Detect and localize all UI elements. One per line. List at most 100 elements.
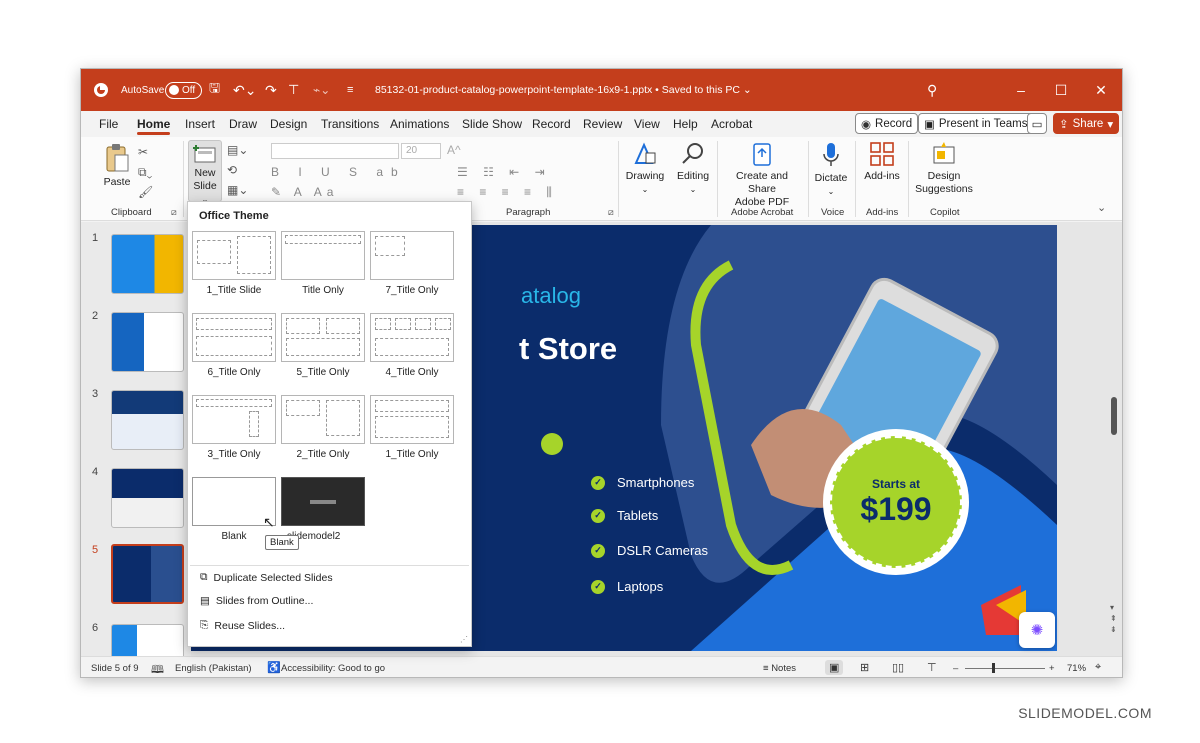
tab-home[interactable]: Home — [137, 117, 171, 135]
customize-qat-icon[interactable]: ≡ — [347, 69, 353, 111]
slide-show-icon[interactable]: ⊤ — [927, 661, 937, 674]
copilot-icon[interactable]: ✺ — [1019, 612, 1055, 648]
font-size-select[interactable]: 20 — [401, 143, 441, 159]
duplicate-slides-item[interactable]: ⧉ Duplicate Selected Slides — [200, 571, 333, 584]
editing-button[interactable]: Editing ⌄ — [673, 141, 713, 196]
slide-title[interactable]: t Store — [519, 331, 617, 367]
create-share-pdf-button[interactable]: Create and Share Adobe PDF — [721, 141, 803, 209]
accessibility-status[interactable]: Accessibility: Good to go — [281, 663, 385, 674]
tab-help[interactable]: Help — [673, 117, 698, 131]
slide-thumbnail-4[interactable] — [111, 468, 184, 528]
slide-sorter-icon[interactable]: ⊞ — [860, 661, 869, 674]
tab-file[interactable]: File — [99, 117, 118, 131]
present-icon[interactable]: ⊤ — [288, 69, 299, 111]
layout-option-blank[interactable]: Blank — [192, 477, 276, 542]
font-color-icons[interactable]: ✎ A Aa — [271, 185, 338, 199]
layout-option[interactable]: 1_Title Only — [370, 395, 454, 460]
file-title[interactable]: 85132-01-product-catalog-powerpoint-temp… — [375, 69, 752, 111]
notes-check-icon[interactable]: 🕮 — [151, 661, 164, 677]
font-style-icons[interactable]: B I U S ab — [271, 165, 406, 179]
tab-animations[interactable]: Animations — [390, 117, 449, 131]
format-painter-icon[interactable]: 🖌 — [138, 185, 153, 199]
dialog-launcher-icon[interactable]: ⧄ — [171, 207, 177, 218]
add-ins-button[interactable]: Add-ins — [861, 141, 903, 183]
layout-option[interactable]: Title Only — [281, 231, 365, 296]
layout-option[interactable]: 6_Title Only — [192, 313, 276, 378]
layout-option[interactable]: 3_Title Only — [192, 395, 276, 460]
tab-draw[interactable]: Draw — [229, 117, 257, 131]
zoom-out-icon[interactable]: – — [953, 663, 958, 674]
bullet-item[interactable]: ✓ Laptops — [591, 579, 663, 594]
tab-transitions[interactable]: Transitions — [321, 117, 379, 131]
layout-option[interactable]: slidemodel2 — [281, 477, 365, 542]
tab-insert[interactable]: Insert — [185, 117, 215, 131]
slide-thumbnails-panel[interactable]: 1 2 3 4 5 6 — [81, 222, 191, 677]
dialog-launcher-icon[interactable]: ⧄ — [608, 207, 614, 218]
slide-subtitle[interactable]: atalog — [521, 283, 581, 309]
notes-button[interactable]: ≡ Notes — [763, 663, 796, 674]
bullet-item[interactable]: ✓ DSLR Cameras — [591, 543, 708, 558]
fit-to-window-icon[interactable]: ⌖ — [1095, 661, 1101, 674]
zoom-slider[interactable] — [965, 668, 1045, 669]
new-slide-layout-menu[interactable]: Office Theme 1_Title Slide Title Only 7_… — [187, 201, 472, 647]
reading-view-icon[interactable]: ▯▯ — [892, 661, 904, 674]
touch-mode-icon[interactable]: ⌁⌄ — [313, 69, 330, 111]
tab-acrobat[interactable]: Acrobat — [711, 117, 752, 131]
normal-view-icon[interactable]: ▣ — [825, 660, 844, 675]
tab-view[interactable]: View — [634, 117, 660, 131]
slide-thumbnail-2[interactable] — [111, 312, 184, 372]
reuse-slides-item[interactable]: ⎘ Reuse Slides... — [200, 619, 285, 632]
search-icon[interactable]: ⚲ — [927, 69, 937, 111]
tab-review[interactable]: Review — [583, 117, 622, 131]
zoom-in-icon[interactable]: + — [1049, 663, 1055, 674]
paste-button[interactable]: Paste — [101, 143, 133, 189]
resize-grip-icon[interactable]: ⋰ — [460, 635, 468, 644]
scroll-arrows-icon[interactable]: ▾ ⇞ ⇟ — [1110, 602, 1117, 635]
increase-font-icon[interactable]: A^ — [447, 143, 461, 157]
drawing-button[interactable]: Drawing ⌄ — [624, 141, 666, 196]
list-icons[interactable]: ☰ ☷ ⇤ ⇥ — [457, 165, 551, 179]
zoom-level[interactable]: 71% — [1067, 663, 1086, 674]
undo-icon[interactable]: ↶⌄ — [233, 69, 256, 111]
comments-button[interactable]: ▭ — [1027, 113, 1047, 134]
slides-from-outline-item[interactable]: ▤ Slides from Outline... — [200, 595, 313, 607]
cut-icon[interactable]: ✂ — [138, 145, 148, 159]
autosave-toggle[interactable]: Off — [165, 69, 202, 111]
align-icons[interactable]: ≡ ≡ ≡ ≡ ⫼ — [457, 185, 558, 200]
dictate-button[interactable]: Dictate ⌄ — [813, 141, 849, 198]
layout-option[interactable]: 5_Title Only — [281, 313, 365, 378]
tab-slide-show[interactable]: Slide Show — [462, 117, 522, 131]
zoom-slider-thumb[interactable] — [992, 663, 995, 673]
layout-option[interactable]: 4_Title Only — [370, 313, 454, 378]
copy-icon[interactable]: ⧉⌄ — [138, 165, 152, 180]
slide-thumbnail-3[interactable] — [111, 390, 184, 450]
scroll-thumb[interactable] — [1111, 397, 1117, 435]
maximize-button[interactable]: ☐ — [1041, 69, 1081, 111]
layout-option[interactable]: 1_Title Slide — [192, 231, 276, 296]
tab-record[interactable]: Record — [532, 117, 571, 131]
design-suggestions-button[interactable]: Design Suggestions — [913, 141, 975, 196]
new-slide-button[interactable]: New Slide ⌄ — [188, 140, 222, 204]
save-icon[interactable]: 🖫 — [209, 69, 220, 111]
reset-icon[interactable]: ⟲ — [227, 163, 237, 177]
section-icon[interactable]: ▦⌄ — [227, 183, 248, 197]
share-button[interactable]: ⇪ Share ▾ — [1053, 113, 1120, 134]
present-in-teams-button[interactable]: ▣ Present in Teams — [918, 113, 1034, 134]
close-button[interactable]: ✕ — [1081, 69, 1121, 111]
slide-thumbnail-5[interactable] — [111, 544, 184, 604]
minimize-button[interactable]: – — [1001, 69, 1041, 111]
bullet-item[interactable]: ✓ Smartphones — [591, 475, 694, 490]
vertical-scrollbar[interactable]: ▾ ⇞ ⇟ — [1109, 222, 1122, 656]
layout-icon[interactable]: ▤⌄ — [227, 143, 248, 157]
redo-icon[interactable]: ↷ — [265, 69, 277, 111]
font-name-select[interactable] — [271, 143, 399, 159]
layout-option[interactable]: 2_Title Only — [281, 395, 365, 460]
bullet-item[interactable]: ✓ Tablets — [591, 508, 658, 523]
language-indicator[interactable]: English (Pakistan) — [175, 663, 252, 674]
layout-option[interactable]: 7_Title Only — [370, 231, 454, 296]
price-badge[interactable]: Starts at $199 — [823, 429, 969, 575]
record-button[interactable]: ◉ Record — [855, 113, 919, 134]
tab-design[interactable]: Design — [270, 117, 307, 131]
collapse-ribbon-icon[interactable]: ⌄ — [1097, 201, 1106, 214]
slide-thumbnail-1[interactable] — [111, 234, 184, 294]
